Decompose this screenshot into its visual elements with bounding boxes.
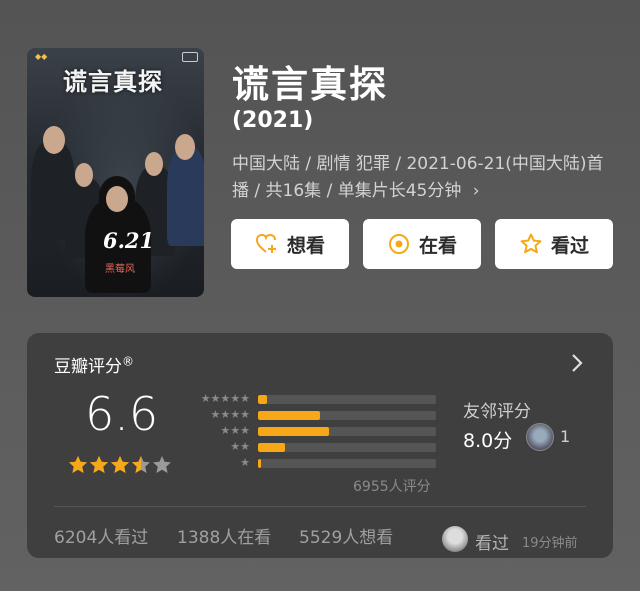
friend-avatar[interactable] [526,423,554,451]
star-filled-icon [111,456,129,473]
poster-badge [182,52,198,62]
star-empty-icon [153,456,171,473]
distribution-bar [258,443,285,452]
want-count: 5529人想看 [299,528,394,548]
want-label: 想看 [286,234,325,257]
divider [54,506,586,507]
poster-face [145,152,163,176]
distribution-bar [258,411,321,420]
rating-header: 豆瓣评分® [54,352,134,377]
tv-logo: ◆◆ [35,52,48,61]
watched-label: 看过 [550,234,589,257]
distribution-track [258,411,436,420]
distribution-track [258,427,436,436]
rating-count: 6955人评分 [353,479,431,495]
avatar[interactable] [442,526,468,552]
registered-mark: ® [122,354,134,369]
chevron-right-icon: › [472,181,480,201]
star-outline-icon [520,233,542,254]
poster-figure [167,146,204,246]
my-mark-time: 19分钟前 [522,536,578,551]
watching-label: 在看 [418,234,457,257]
watched-button[interactable]: 看过 [495,219,613,269]
my-mark-status: 看过 [475,534,509,554]
distribution-track [258,459,436,468]
chevron-right-icon[interactable] [571,353,583,373]
distribution-stars-label: ★★★★ [210,408,250,421]
movie-meta[interactable]: 中国大陆 / 剧情 犯罪 / 2021-06-21(中国大陆)首播 / 共16集… [232,151,612,205]
distribution-track [258,443,436,452]
movie-title: 谎言真探 [232,63,388,106]
distribution-stars-label: ★★ [230,440,250,453]
poster-image[interactable]: ◆◆ 谎言真探 6.21 黑莓风 [27,48,204,297]
poster-face [43,126,65,154]
watching-button[interactable]: 在看 [363,219,481,269]
watching-count: 1388人在看 [177,528,272,548]
rating-stars [68,455,173,474]
distribution-bar [258,395,267,404]
movie-year: (2021) [232,108,314,133]
poster-date: 6.21 [103,228,155,253]
distribution-stars-label: ★★★ [220,424,250,437]
distribution-bar [258,459,261,468]
rating-score: 6.6 [85,387,159,441]
poster-face [175,134,195,160]
star-half-icon [132,456,150,473]
rating-card[interactable]: 豆瓣评分® 6.6 ★★★★★ ★★★★ ★★★ ★★ ★ 6955人评分 友邻评分 8… [27,333,613,558]
star-filled-icon [90,456,108,473]
friends-rating-label: 友邻评分 [463,402,531,422]
movie-meta-text: 中国大陆 / 剧情 犯罪 / 2021-06-21(中国大陆)首播 / 共16集… [232,154,604,201]
rating-header-text: 豆瓣评分 [54,357,122,377]
eye-circle-icon [388,234,409,254]
poster-face [106,186,128,212]
friends-rating-score: 8.0分 [463,430,513,452]
distribution-track [258,395,436,404]
poster-title: 谎言真探 [63,67,163,96]
poster-face [75,163,93,187]
watched-count: 6204人看过 [54,528,149,548]
distribution-stars-label: ★★★★★ [200,392,250,405]
star-filled-icon [69,456,87,473]
poster-subtitle: 黑莓风 [105,264,135,275]
distribution-stars-label: ★ [240,456,250,469]
heart-plus-icon [255,233,276,253]
distribution-bar [258,427,330,436]
want-button[interactable]: 想看 [231,219,349,269]
friends-count: 1 [560,427,571,446]
